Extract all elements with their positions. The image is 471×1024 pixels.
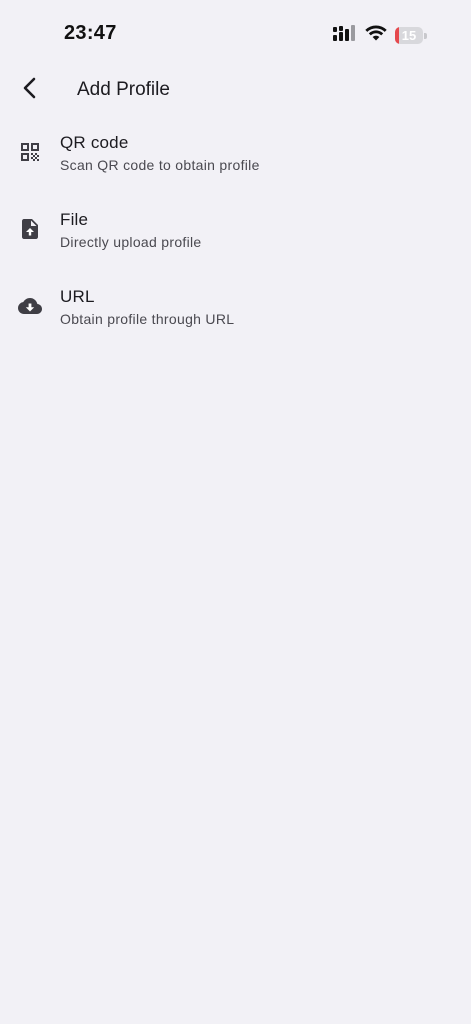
option-title: QR code (60, 133, 129, 152)
qr-code-icon (17, 139, 43, 165)
option-qr-code[interactable]: QR code Scan QR code to obtain profile (0, 113, 471, 190)
status-icons: 15 (333, 24, 427, 46)
cloud-download-icon (17, 293, 43, 319)
status-bar: 23:47 15 (0, 0, 471, 60)
battery-level: 15 (401, 27, 417, 43)
page-title: Add Profile (77, 79, 170, 100)
file-upload-icon (17, 216, 43, 242)
option-subtitle: Obtain profile through URL (60, 311, 235, 327)
option-file[interactable]: File Directly upload profile (0, 190, 471, 267)
battery-icon: 15 (395, 26, 427, 44)
option-subtitle: Scan QR code to obtain profile (60, 157, 260, 173)
back-button[interactable] (10, 70, 50, 110)
option-title: File (60, 210, 89, 229)
wifi-icon (365, 24, 387, 46)
option-title: URL (60, 287, 95, 306)
option-subtitle: Directly upload profile (60, 234, 202, 250)
chevron-left-icon (20, 76, 40, 105)
cellular-signal-icon (333, 24, 357, 46)
status-time: 23:47 (64, 22, 117, 44)
app-bar: Add Profile (0, 66, 471, 114)
option-list: QR code Scan QR code to obtain profile F… (0, 113, 471, 344)
option-url[interactable]: URL Obtain profile through URL (0, 267, 471, 344)
